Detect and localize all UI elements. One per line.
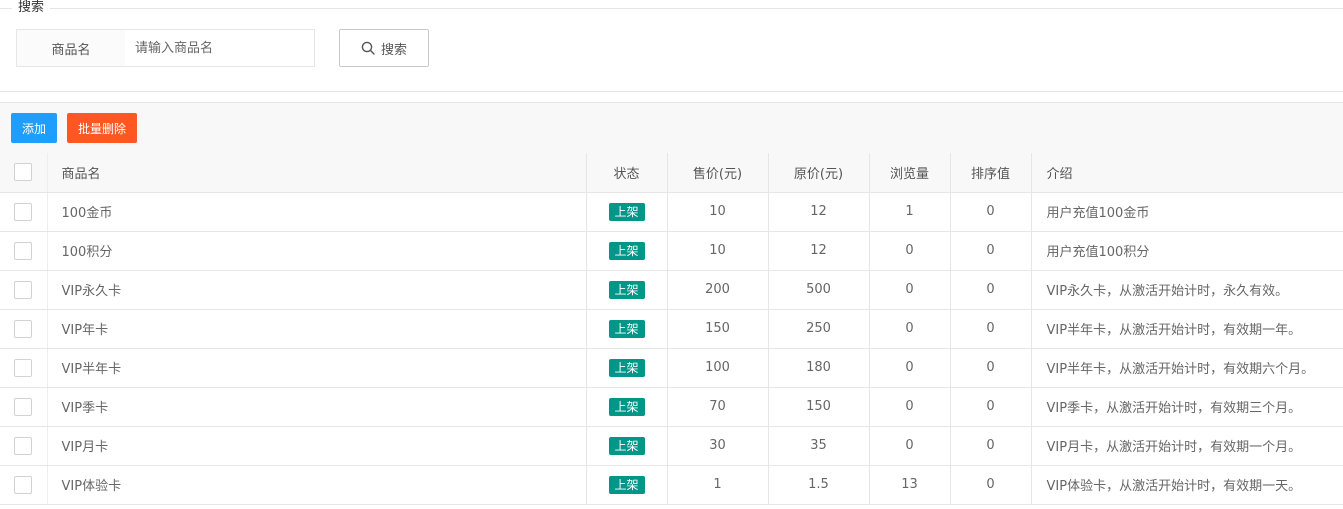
column-header-sort[interactable]: 排序值 [950,153,1032,193]
cell-original-price: 500 [768,270,870,310]
cell-intro: VIP季卡，从激活开始计时，有效期三个月。 [1031,387,1343,427]
cell-sort: 0 [950,192,1032,232]
row-checkbox[interactable] [14,358,33,377]
cell-sort: 0 [950,231,1032,271]
cell-original-price: 35 [768,426,870,466]
cell-original-price: 1.5 [768,465,870,505]
cell-name: VIP半年卡 [47,348,587,388]
cell-intro: 用户充值100金币 [1031,192,1343,232]
row-checkbox[interactable] [14,280,33,299]
cell-name: VIP月卡 [47,426,587,466]
table-row[interactable]: VIP半年卡 上架 100 180 0 0 VIP半年卡，从激活开始计时，有效期… [0,348,1343,388]
table-row[interactable]: VIP永久卡 上架 200 500 0 0 VIP永久卡，从激活开始计时，永久有… [0,270,1343,310]
table-row[interactable]: 100金币 上架 10 12 1 0 用户充值100金币 [0,192,1343,232]
cell-sort: 0 [950,465,1032,505]
column-header-status[interactable]: 状态 [586,153,668,193]
cell-views: 0 [869,309,951,349]
cell-views: 0 [869,270,951,310]
cell-intro: VIP半年卡，从激活开始计时，有效期六个月。 [1031,348,1343,388]
status-badge: 上架 [608,436,645,455]
cell-intro: VIP半年卡，从激活开始计时，有效期一年。 [1031,309,1343,349]
product-table: 商品名 状态 售价(元) 原价(元) 浏览量 排序值 介绍 100金币 上架 1… [0,153,1343,505]
cell-original-price: 12 [768,231,870,271]
row-checkbox[interactable] [14,475,33,494]
column-header-views[interactable]: 浏览量 [869,153,951,193]
cell-sort: 0 [950,387,1032,427]
cell-intro: 用户充值100积分 [1031,231,1343,271]
cell-intro: VIP永久卡，从激活开始计时，永久有效。 [1031,270,1343,310]
status-badge: 上架 [608,241,645,260]
batch-delete-button[interactable]: 批量删除 [67,113,137,143]
cell-sale-price: 10 [667,192,769,232]
column-header-original-price[interactable]: 原价(元) [768,153,870,193]
cell-intro: VIP体验卡，从激活开始计时，有效期一天。 [1031,465,1343,505]
product-name-input[interactable] [125,29,315,67]
table-toolbar: 添加 批量删除 [0,102,1343,154]
table-header-row: 商品名 状态 售价(元) 原价(元) 浏览量 排序值 介绍 [0,153,1343,193]
row-checkbox[interactable] [14,436,33,455]
row-checkbox[interactable] [14,397,33,416]
cell-original-price: 250 [768,309,870,349]
status-badge: 上架 [608,202,645,221]
cell-sort: 0 [950,348,1032,388]
product-name-label: 商品名 [16,29,126,67]
search-fieldset: 搜索 商品名 搜索 [0,0,1343,92]
status-badge: 上架 [608,319,645,338]
search-icon [361,41,375,55]
table-row[interactable]: VIP月卡 上架 30 35 0 0 VIP月卡，从激活开始计时，有效期一个月。 [0,426,1343,466]
table-row[interactable]: VIP年卡 上架 150 250 0 0 VIP半年卡，从激活开始计时，有效期一… [0,309,1343,349]
cell-name: VIP永久卡 [47,270,587,310]
cell-intro: VIP月卡，从激活开始计时，有效期一个月。 [1031,426,1343,466]
cell-name: VIP年卡 [47,309,587,349]
status-badge: 上架 [608,397,645,416]
cell-views: 13 [869,465,951,505]
column-header-intro[interactable]: 介绍 [1031,153,1343,193]
table-row[interactable]: VIP体验卡 上架 1 1.5 13 0 VIP体验卡，从激活开始计时，有效期一… [0,465,1343,505]
cell-sale-price: 100 [667,348,769,388]
status-badge: 上架 [608,280,645,299]
cell-sort: 0 [950,309,1032,349]
cell-sale-price: 70 [667,387,769,427]
cell-original-price: 150 [768,387,870,427]
cell-original-price: 12 [768,192,870,232]
search-button[interactable]: 搜索 [339,29,429,67]
cell-sort: 0 [950,270,1032,310]
cell-views: 0 [869,426,951,466]
row-checkbox[interactable] [14,319,33,338]
row-checkbox[interactable] [14,241,33,260]
cell-views: 0 [869,231,951,271]
add-button[interactable]: 添加 [11,113,57,143]
cell-views: 0 [869,348,951,388]
cell-name: VIP季卡 [47,387,587,427]
search-legend: 搜索 [12,0,51,16]
cell-name: 100金币 [47,192,587,232]
cell-original-price: 180 [768,348,870,388]
cell-name: VIP体验卡 [47,465,587,505]
table-row[interactable]: 100积分 上架 10 12 0 0 用户充值100积分 [0,231,1343,271]
cell-sale-price: 30 [667,426,769,466]
cell-views: 0 [869,387,951,427]
cell-sale-price: 150 [667,309,769,349]
select-all-cell [0,153,48,193]
cell-views: 1 [869,192,951,232]
search-button-label: 搜索 [380,41,407,57]
cell-sale-price: 200 [667,270,769,310]
select-all-checkbox[interactable] [14,163,33,182]
column-header-sale-price[interactable]: 售价(元) [667,153,769,193]
status-badge: 上架 [608,358,645,377]
cell-sale-price: 10 [667,231,769,271]
column-header-name[interactable]: 商品名 [47,153,587,193]
row-checkbox[interactable] [14,202,33,221]
cell-sale-price: 1 [667,465,769,505]
cell-sort: 0 [950,426,1032,466]
status-badge: 上架 [608,475,645,494]
table-row[interactable]: VIP季卡 上架 70 150 0 0 VIP季卡，从激活开始计时，有效期三个月… [0,387,1343,427]
cell-name: 100积分 [47,231,587,271]
